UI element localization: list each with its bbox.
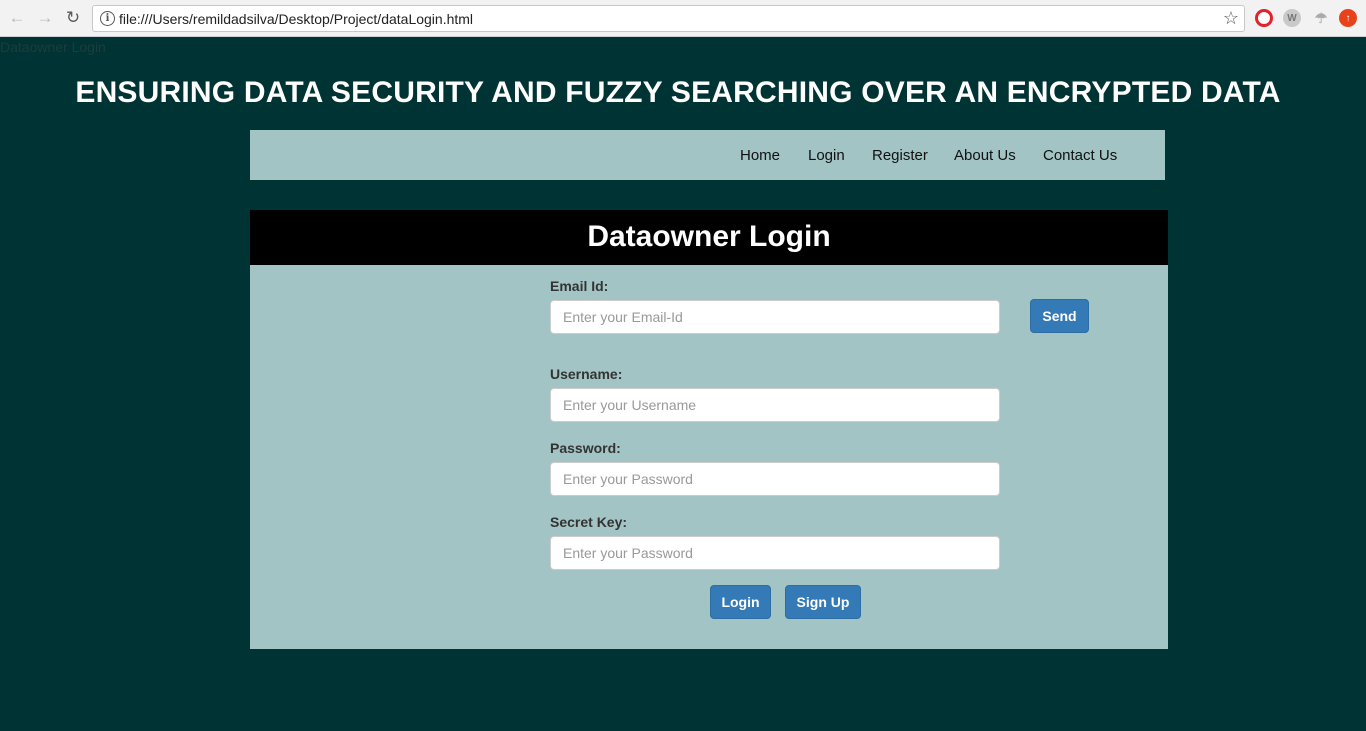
- back-arrow-icon[interactable]: ←: [6, 7, 28, 29]
- login-form: Email Id: Send Username: Password: Secre…: [250, 265, 1168, 649]
- password-label: Password:: [550, 440, 621, 456]
- address-bar[interactable]: i file:///Users/remildadsilva/Desktop/Pr…: [92, 5, 1245, 32]
- panel-header: Dataowner Login: [250, 210, 1168, 265]
- nav-register-link[interactable]: Register: [872, 147, 928, 164]
- bookmark-star-icon[interactable]: ☆: [1223, 8, 1239, 29]
- email-label: Email Id:: [550, 278, 609, 294]
- username-field[interactable]: [550, 388, 1000, 422]
- login-button[interactable]: Login: [710, 585, 771, 619]
- panel-title: Dataowner Login: [587, 220, 831, 253]
- password-field[interactable]: [550, 462, 1000, 496]
- browser-toolbar: ← → ↻ i file:///Users/remildadsilva/Desk…: [0, 0, 1366, 37]
- send-button[interactable]: Send: [1030, 299, 1089, 333]
- top-navbar: Home Login Register About Us Contact Us: [250, 130, 1165, 180]
- upload-icon[interactable]: ↑: [1339, 9, 1357, 27]
- nav-contact-link[interactable]: Contact Us: [1043, 147, 1117, 164]
- email-field[interactable]: [550, 300, 1000, 334]
- page-tab-title: Dataowner Login: [0, 39, 106, 55]
- nav-about-link[interactable]: About Us: [954, 147, 1016, 164]
- secret-key-label: Secret Key:: [550, 514, 628, 530]
- url-text[interactable]: file:///Users/remildadsilva/Desktop/Proj…: [119, 11, 473, 27]
- signup-button[interactable]: Sign Up: [785, 585, 861, 619]
- username-label: Username:: [550, 366, 623, 382]
- opera-icon[interactable]: [1255, 9, 1273, 27]
- site-title: ENSURING DATA SECURITY AND FUZZY SEARCHI…: [75, 76, 1281, 109]
- nav-home-link[interactable]: Home: [740, 147, 780, 164]
- info-icon[interactable]: i: [100, 11, 115, 26]
- secret-key-field[interactable]: [550, 536, 1000, 570]
- forward-arrow-icon[interactable]: →: [34, 7, 56, 29]
- w-extension-icon[interactable]: W: [1283, 9, 1301, 27]
- umbrella-icon[interactable]: ☂: [1312, 9, 1330, 27]
- reload-icon[interactable]: ↻: [62, 7, 84, 29]
- nav-login-link[interactable]: Login: [808, 147, 845, 164]
